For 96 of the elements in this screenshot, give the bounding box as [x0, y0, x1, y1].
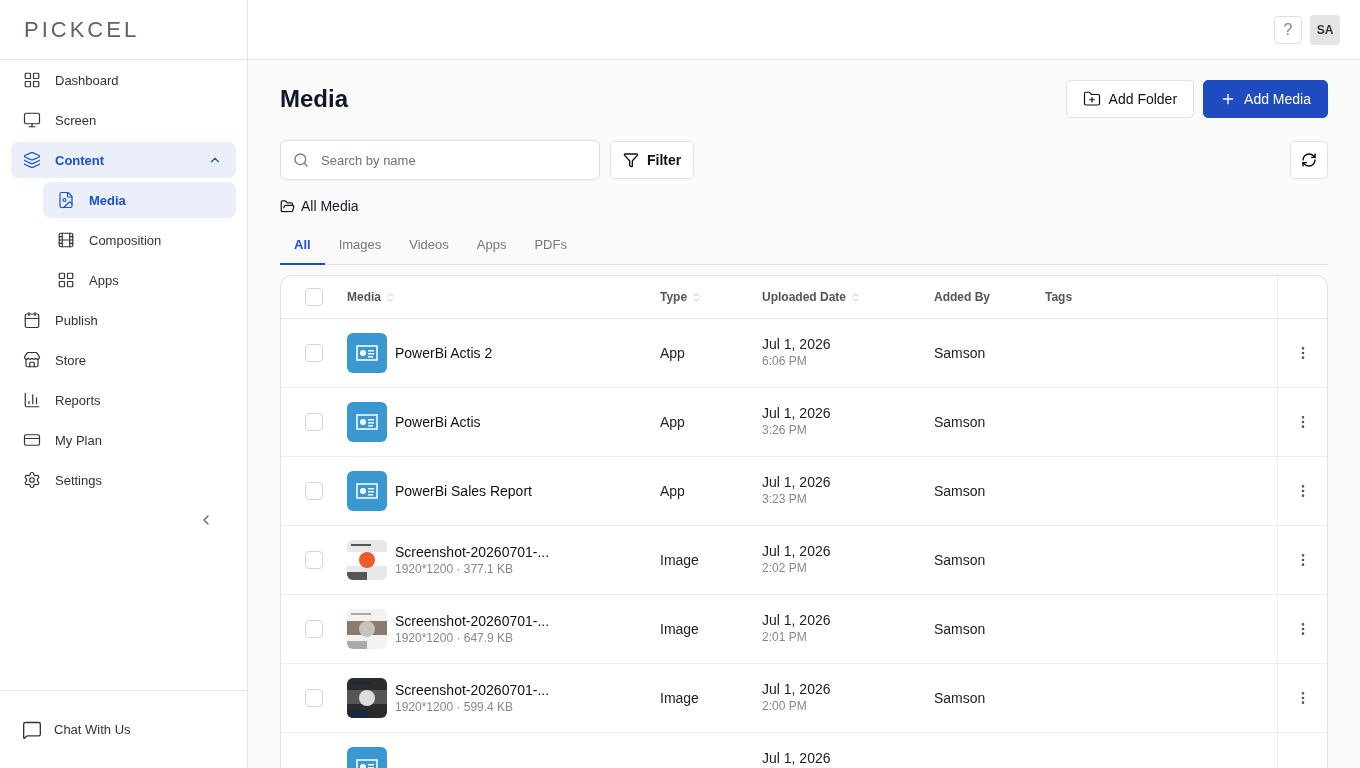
sort-icon[interactable] — [850, 291, 861, 303]
row-checkbox[interactable] — [305, 344, 323, 362]
add-media-button[interactable]: Add Media — [1203, 80, 1328, 118]
upload-date: Jul 1, 2026 — [762, 543, 831, 559]
layers-icon — [23, 151, 41, 169]
media-details: 1920*1200 · 599.4 KB — [395, 700, 515, 714]
tab[interactable]: Videos — [395, 227, 463, 265]
tab[interactable]: Apps — [462, 227, 521, 265]
upload-time: 3:26 PM — [762, 423, 808, 437]
sidebar-item[interactable]: Content — [11, 142, 236, 178]
media-type: App — [660, 345, 685, 361]
chat-link[interactable]: Chat With Us — [0, 690, 247, 768]
media-name[interactable]: Screenshot-20260701-... — [395, 682, 550, 698]
upload-date: Jul 1, 2026 — [762, 681, 831, 697]
presentation-icon — [356, 483, 378, 499]
presentation-icon — [356, 345, 378, 361]
sidebar-item[interactable]: My Plan — [11, 422, 236, 458]
settings-icon — [23, 471, 41, 489]
upload-date: Jul 1, 2026 — [762, 405, 831, 421]
upload-date: Jul 1, 2026 — [762, 474, 831, 490]
upload-time: 2:01 PM — [762, 630, 808, 644]
select-all-checkbox[interactable] — [305, 288, 323, 306]
media-name[interactable]: Screenshot-20260701-... — [395, 544, 550, 560]
bar-chart-icon — [23, 391, 41, 409]
column-header[interactable]: Uploaded Date — [762, 290, 846, 304]
card-icon — [23, 431, 41, 449]
add-folder-button[interactable]: Add Folder — [1065, 80, 1195, 118]
row-checkbox[interactable] — [305, 620, 323, 638]
added-by: Samson — [934, 690, 986, 706]
upload-date: Jul 1, 2026 — [762, 750, 831, 766]
added-by: Samson — [934, 345, 986, 361]
media-name[interactable]: PowerBi Actis — [395, 414, 481, 430]
sidebar-item[interactable]: Settings — [11, 462, 236, 498]
breadcrumb[interactable]: All Media — [301, 198, 359, 214]
column-header: Tags — [1045, 290, 1073, 304]
search-input[interactable]: Search by name — [319, 151, 587, 169]
tab[interactable]: All — [280, 227, 325, 265]
media-name[interactable]: PowerBi Sales Report — [395, 483, 532, 499]
refresh-icon — [1301, 152, 1317, 168]
column-header[interactable]: Type — [660, 290, 688, 304]
search-icon — [293, 152, 309, 168]
folder-plus-icon — [1082, 90, 1101, 108]
upload-time: 2:02 PM — [762, 561, 808, 575]
sidebar-item[interactable]: Reports — [11, 382, 236, 418]
tab[interactable]: Images — [324, 227, 396, 265]
upload-date: Jul 1, 2026 — [762, 336, 831, 352]
media-type: Image — [660, 621, 699, 637]
added-by: Samson — [934, 621, 986, 637]
folder-icon — [280, 198, 295, 214]
media-type: Image — [660, 552, 699, 568]
sort-icon[interactable] — [385, 291, 396, 303]
filter-icon — [623, 152, 639, 168]
monitor-icon — [23, 111, 41, 129]
sidebar-item[interactable]: Composition — [43, 222, 236, 258]
upload-time: 6:06 PM — [762, 354, 808, 368]
column-header[interactable]: Media — [347, 290, 381, 304]
sidebar-item[interactable]: Dashboard — [11, 62, 236, 98]
column-header: Added By — [934, 290, 990, 304]
filter-button[interactable]: Filter — [610, 141, 695, 179]
added-by: Samson — [934, 414, 986, 430]
refresh-button[interactable] — [1290, 141, 1328, 179]
sidebar-item[interactable]: Publish — [11, 302, 236, 338]
media-name[interactable]: PowerBi Actis 2 — [395, 345, 493, 361]
sidebar-item[interactable]: Apps — [43, 262, 236, 298]
media-name[interactable]: Screenshot-20260701-... — [395, 613, 550, 629]
user-avatar[interactable]: SA — [1310, 14, 1340, 45]
row-checkbox[interactable] — [305, 551, 323, 569]
dashboard-icon — [23, 71, 41, 89]
added-by: Samson — [934, 552, 986, 568]
image-icon — [57, 191, 75, 209]
row-checkbox[interactable] — [305, 689, 323, 707]
grid-icon — [57, 271, 75, 289]
row-checkbox[interactable] — [305, 413, 323, 431]
upload-time: 3:23 PM — [762, 492, 808, 506]
row-checkbox[interactable] — [305, 482, 323, 500]
logo: PICKCEL — [24, 16, 140, 43]
store-icon — [23, 351, 41, 369]
chat-icon — [22, 719, 42, 740]
media-type: App — [660, 414, 685, 430]
sidebar-item[interactable]: Store — [11, 342, 236, 378]
sidebar-item[interactable]: Media — [43, 182, 236, 218]
added-by: Samson — [934, 483, 986, 499]
search-field[interactable]: Search by name — [280, 140, 600, 180]
tab[interactable]: PDFs — [520, 227, 581, 265]
upload-date: Jul 1, 2026 — [762, 612, 831, 628]
media-type: App — [660, 483, 685, 499]
media-details: 1920*1200 · 647.9 KB — [395, 631, 515, 645]
media-type: Image — [660, 690, 699, 706]
upload-time: 2:00 PM — [762, 699, 808, 713]
page-title: Media — [280, 85, 348, 113]
media-details: 1920*1200 · 377.1 KB — [395, 562, 515, 576]
calendar-icon — [23, 311, 41, 329]
presentation-icon — [356, 414, 378, 430]
sidebar-item[interactable]: Screen — [11, 102, 236, 138]
help-button[interactable]: ? — [1274, 15, 1302, 44]
film-icon — [57, 231, 75, 249]
